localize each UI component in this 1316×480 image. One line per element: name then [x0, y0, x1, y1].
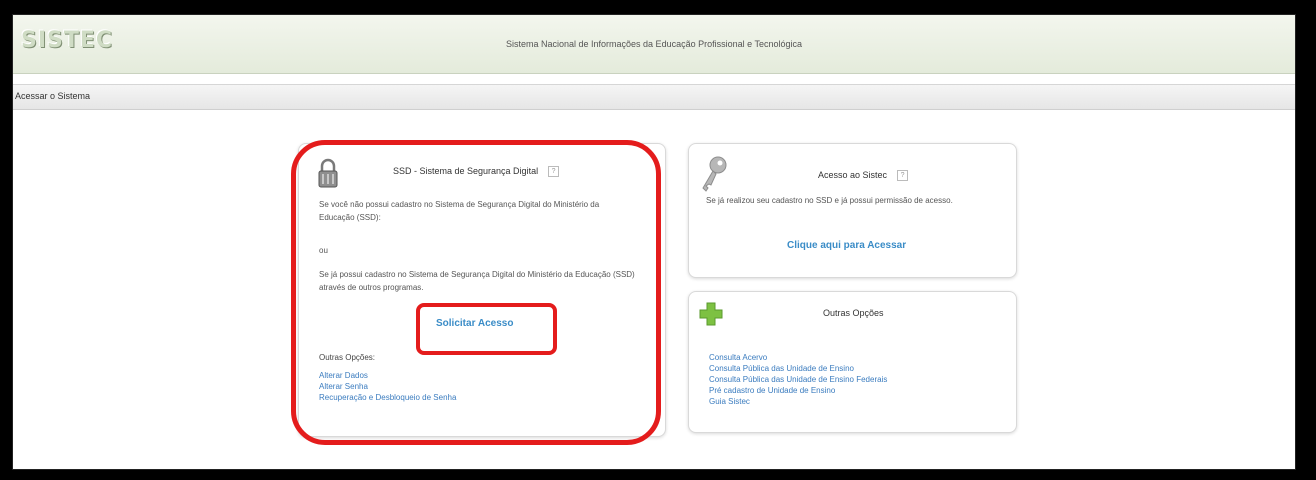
ssd-card-highlight	[291, 140, 661, 445]
access-card-title-text: Acesso ao Sistec	[818, 170, 888, 180]
access-system-link[interactable]: Clique aqui para Acessar	[787, 240, 906, 251]
breadcrumb: Acessar o Sistema	[15, 91, 91, 101]
access-card: Acesso ao Sistec? Se já realizou seu cad…	[688, 143, 1017, 278]
help-icon[interactable]: ?	[897, 170, 909, 182]
pre-registration-link[interactable]: Pré cadastro de Unidade de Ensino	[709, 385, 887, 396]
access-text: Se já realizou seu cadastro no SSD e já …	[706, 196, 953, 205]
breadcrumb-bar: Acessar o Sistema	[13, 84, 1295, 110]
key-icon	[699, 154, 729, 194]
public-teaching-units-link[interactable]: Consulta Pública das Unidade de Ensino	[709, 363, 887, 374]
request-access-highlight	[416, 303, 557, 355]
sistec-guide-link[interactable]: Guia Sistec	[709, 396, 887, 407]
header: SISTEC Sistema Nacional de Informações d…	[13, 15, 1295, 74]
public-federal-units-link[interactable]: Consulta Pública das Unidade de Ensino F…	[709, 374, 887, 385]
plus-icon	[699, 302, 723, 326]
app-window: SISTEC Sistema Nacional de Informações d…	[12, 14, 1296, 470]
system-title: Sistema Nacional de Informações da Educa…	[505, 39, 802, 49]
consult-collection-link[interactable]: Consulta Acervo	[709, 352, 887, 363]
other-options-links: Consulta Acervo Consulta Pública das Uni…	[709, 352, 887, 407]
other-options-title: Outras Opções	[823, 308, 884, 318]
access-card-title: Acesso ao Sistec?	[818, 170, 909, 182]
screenshot-frame: SISTEC Sistema Nacional de Informações d…	[0, 0, 1316, 480]
other-options-card: Outras Opções Consulta Acervo Consulta P…	[688, 291, 1017, 433]
